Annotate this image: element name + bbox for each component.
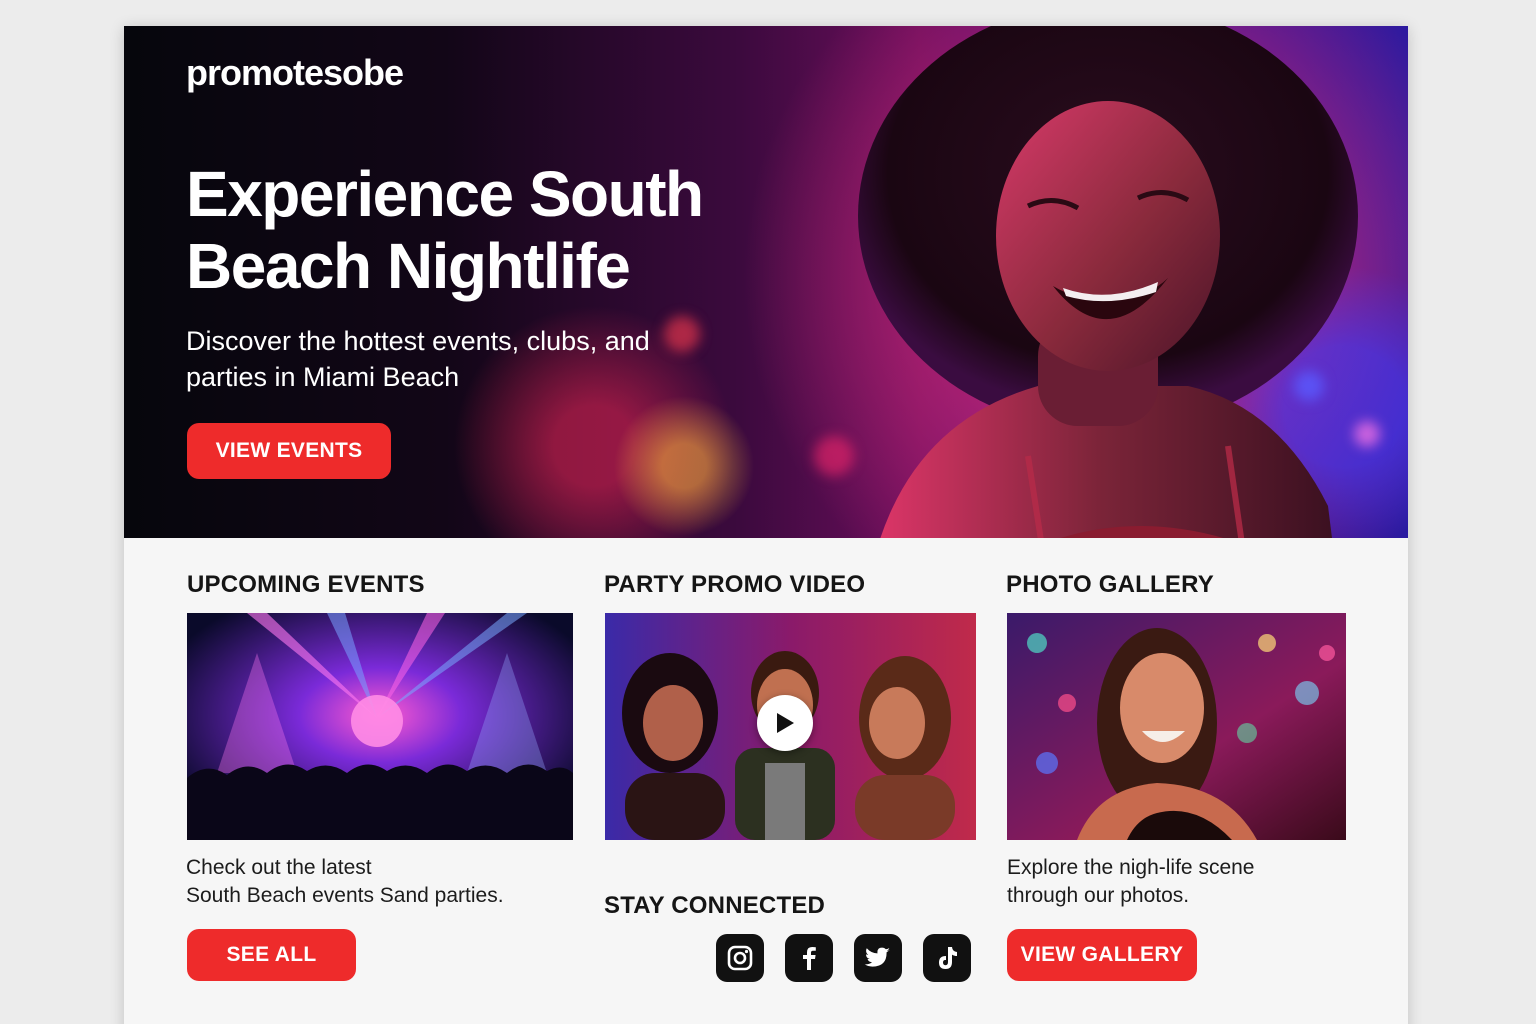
gallery-description: Explore the nigh-life scene through our … <box>1007 854 1254 910</box>
view-gallery-button[interactable]: VIEW GALLERY <box>1007 929 1197 981</box>
events-description-line-1: Check out the latest <box>186 856 372 879</box>
hero-woman-image <box>858 26 1358 538</box>
promo-video-player[interactable] <box>605 613 976 840</box>
brand-logo[interactable]: promotesobe <box>186 52 404 94</box>
upcoming-events-title: UPCOMING EVENTS <box>187 571 425 598</box>
social-icons-row <box>716 934 971 982</box>
hero-subtitle: Discover the hottest events, clubs, and … <box>186 326 650 392</box>
hero-title: Experience South Beach Nightlife <box>186 158 704 302</box>
photo-gallery-title: PHOTO GALLERY <box>1006 571 1214 598</box>
see-all-button[interactable]: SEE ALL <box>187 929 356 981</box>
hero-banner: promotesobe Experience South Beach Night… <box>124 26 1408 538</box>
bokeh-light <box>664 316 700 352</box>
gallery-description-line-1: Explore the nigh-life scene <box>1007 856 1255 879</box>
instagram-icon[interactable] <box>716 934 764 982</box>
tiktok-icon[interactable] <box>923 934 971 982</box>
gallery-thumbnail[interactable] <box>1007 613 1346 840</box>
events-thumbnail[interactable] <box>187 613 573 840</box>
stay-connected-title: STAY CONNECTED <box>604 892 826 919</box>
events-description: Check out the latest South Beach events … <box>186 854 504 910</box>
events-description-line-2: South Beach events Sand parties. <box>186 884 504 907</box>
gallery-description-line-2: through our photos. <box>1007 884 1190 907</box>
play-button[interactable] <box>757 695 813 751</box>
facebook-icon[interactable] <box>785 934 833 982</box>
email-card: promotesobe Experience South Beach Night… <box>124 26 1408 1024</box>
play-icon <box>777 713 794 733</box>
party-promo-video-title: PARTY PROMO VIDEO <box>604 571 866 598</box>
twitter-icon[interactable] <box>854 934 902 982</box>
view-events-button[interactable]: VIEW EVENTS <box>187 423 391 479</box>
